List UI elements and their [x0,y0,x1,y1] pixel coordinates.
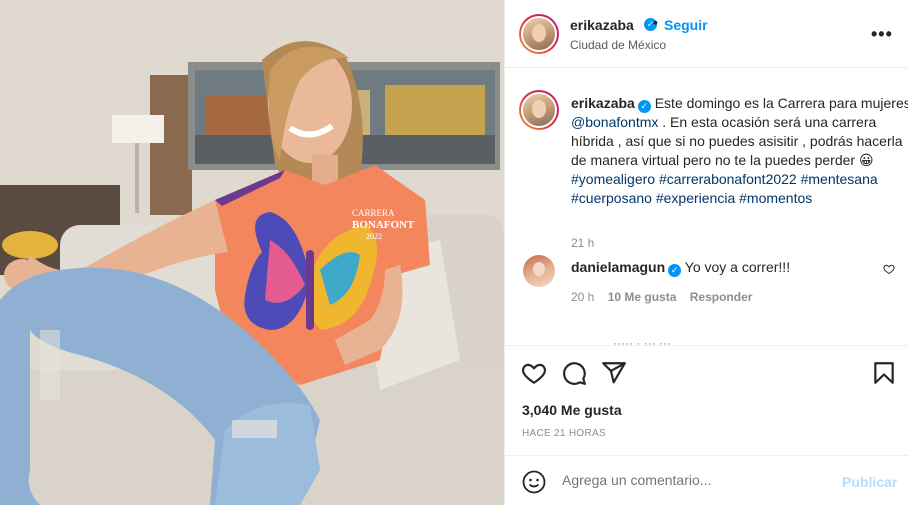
bookmark-icon[interactable] [871,360,897,386]
likes-count[interactable]: 3,040 Me gusta [522,402,622,418]
comment-time: 20 h [571,290,595,304]
emoji-icon[interactable] [522,470,546,494]
more-icon[interactable]: ••• [871,24,893,45]
caption-avatar[interactable] [519,90,559,130]
caption-username[interactable]: erikazaba [571,95,635,111]
post-location[interactable]: Ciudad de México [570,38,666,52]
post-date[interactable]: HACE 21 HORAS [522,428,606,439]
follow-button[interactable]: Seguir [664,17,708,33]
caption-emoji: 😀 [858,152,874,168]
shirt-text-3: 2022 [366,232,382,241]
shirt-text-2: BONAFONT [352,219,415,231]
comment-heart-icon[interactable] [883,263,895,275]
caption-text-1: Este domingo es la Carrera para mujeres [654,95,908,111]
verified-icon: ✓ [668,264,682,277]
caption-mention[interactable]: @bonafontmx [571,114,658,130]
comment-icon[interactable] [561,360,587,386]
author-username[interactable]: erikazaba [570,17,634,33]
comment-meta: 20 h 10 Me gusta Responder [571,290,762,304]
caption-body: erikazaba ✓ Este domingo es la Carrera pa… [571,94,908,208]
comment-text: Yo voy a correr!!! [684,259,791,275]
post-photo[interactable]: CARRERA BONAFONT 2022 [0,0,504,505]
commenter-username[interactable]: danielamagun [571,259,665,275]
verified-icon: ✓ [637,100,651,113]
post-header: erikazaba ✓ • Seguir Ciudad de México ••… [505,0,908,68]
comment-input[interactable] [562,472,822,488]
share-icon[interactable] [601,360,627,386]
comments-section[interactable]: erikazaba ✓ Este domingo es la Carrera pa… [505,68,908,345]
caption-time: 21 h [571,236,595,250]
commenter-avatar[interactable] [523,255,555,287]
shirt-text-1: CARRERA [352,208,395,218]
heart-icon[interactable] [521,360,547,386]
post-details-panel: erikazaba ✓ • Seguir Ciudad de México ••… [504,0,908,505]
post-actions: 3,040 Me gusta HACE 21 HORAS [505,345,908,455]
add-comment-bar: Publicar [505,455,908,505]
photo-illustration: CARRERA BONAFONT 2022 [0,0,504,505]
publish-button[interactable]: Publicar [842,474,897,490]
truncated-comment: ····· · ··· ··· [613,336,671,345]
separator-dot: • [653,14,658,30]
author-avatar[interactable] [519,14,559,54]
caption-hashtags-1[interactable]: #yomealigero #carrerabonafont2022 [571,171,797,187]
reply-button[interactable]: Responder [690,290,753,304]
comment-text-line: danielamagun ✓ Yo voy a correr!!! [571,259,790,277]
comment-likes[interactable]: 10 Me gusta [608,290,677,304]
